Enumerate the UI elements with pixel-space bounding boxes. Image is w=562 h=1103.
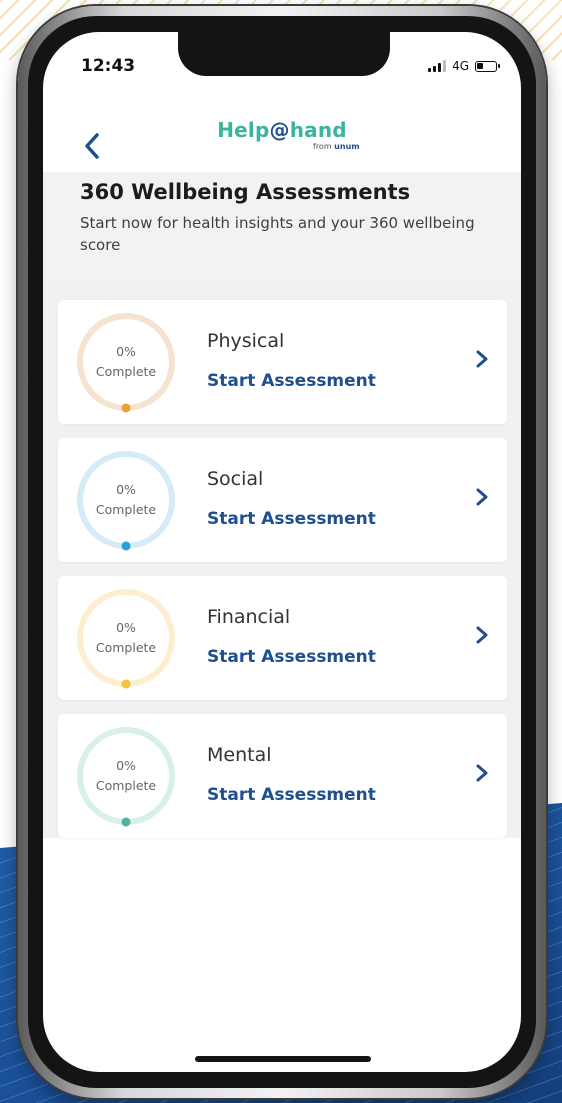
status-indicators: 4G [428,59,500,73]
home-indicator[interactable] [195,1056,371,1062]
assessment-card-financial[interactable]: 0% Complete Financial Start Assessment [58,576,507,700]
start-assessment-link[interactable]: Start Assessment [207,371,376,391]
chevron-right-icon[interactable] [472,348,492,370]
logo-at: @ [269,118,290,142]
start-assessment-link[interactable]: Start Assessment [207,509,376,529]
assessment-card-physical[interactable]: 0% Complete Physical Start Assessment [58,300,507,424]
progress-status: Complete [95,364,157,379]
battery-icon [475,60,500,72]
phone-frame: 12:43 4G Help@hand from unum 360 Wellbei… [18,6,546,1098]
logo-subtitle: from unum [313,142,360,151]
assessment-name: Financial [207,606,291,628]
progress-percent: 0% [116,620,136,635]
logo-text-left: Help [217,118,270,142]
progress-text: 0% Complete [74,724,178,828]
progress-percent: 0% [116,758,136,773]
assessment-card-social[interactable]: 0% Complete Social Start Assessment [58,438,507,562]
notch [178,32,390,76]
assessment-name: Physical [207,330,285,352]
progress-status: Complete [95,640,157,655]
page-title: 360 Wellbeing Assessments [80,180,411,204]
progress-status: Complete [95,778,157,793]
start-assessment-link[interactable]: Start Assessment [207,785,376,805]
assessment-name: Social [207,468,264,490]
status-time: 12:43 [81,56,136,76]
signal-icon [428,60,447,72]
progress-percent: 0% [116,344,136,359]
network-label: 4G [452,59,469,73]
progress-percent: 0% [116,482,136,497]
phone-screen: 12:43 4G Help@hand from unum 360 Wellbei… [43,32,521,1072]
app-logo: Help@hand from unum [43,118,521,151]
chevron-right-icon[interactable] [472,762,492,784]
logo-text-right: hand [289,118,347,142]
progress-status: Complete [95,502,157,517]
assessment-card-mental[interactable]: 0% Complete Mental Start Assessment [58,714,507,838]
progress-text: 0% Complete [74,310,178,414]
page-subtitle: Start now for health insights and your 3… [80,214,475,254]
progress-text: 0% Complete [74,586,178,690]
assessment-name: Mental [207,744,272,766]
chevron-right-icon[interactable] [472,486,492,508]
start-assessment-link[interactable]: Start Assessment [207,647,376,667]
assessment-list: 0% Complete Physical Start Assessment 0%… [43,278,521,838]
progress-text: 0% Complete [74,448,178,552]
chevron-right-icon[interactable] [472,624,492,646]
